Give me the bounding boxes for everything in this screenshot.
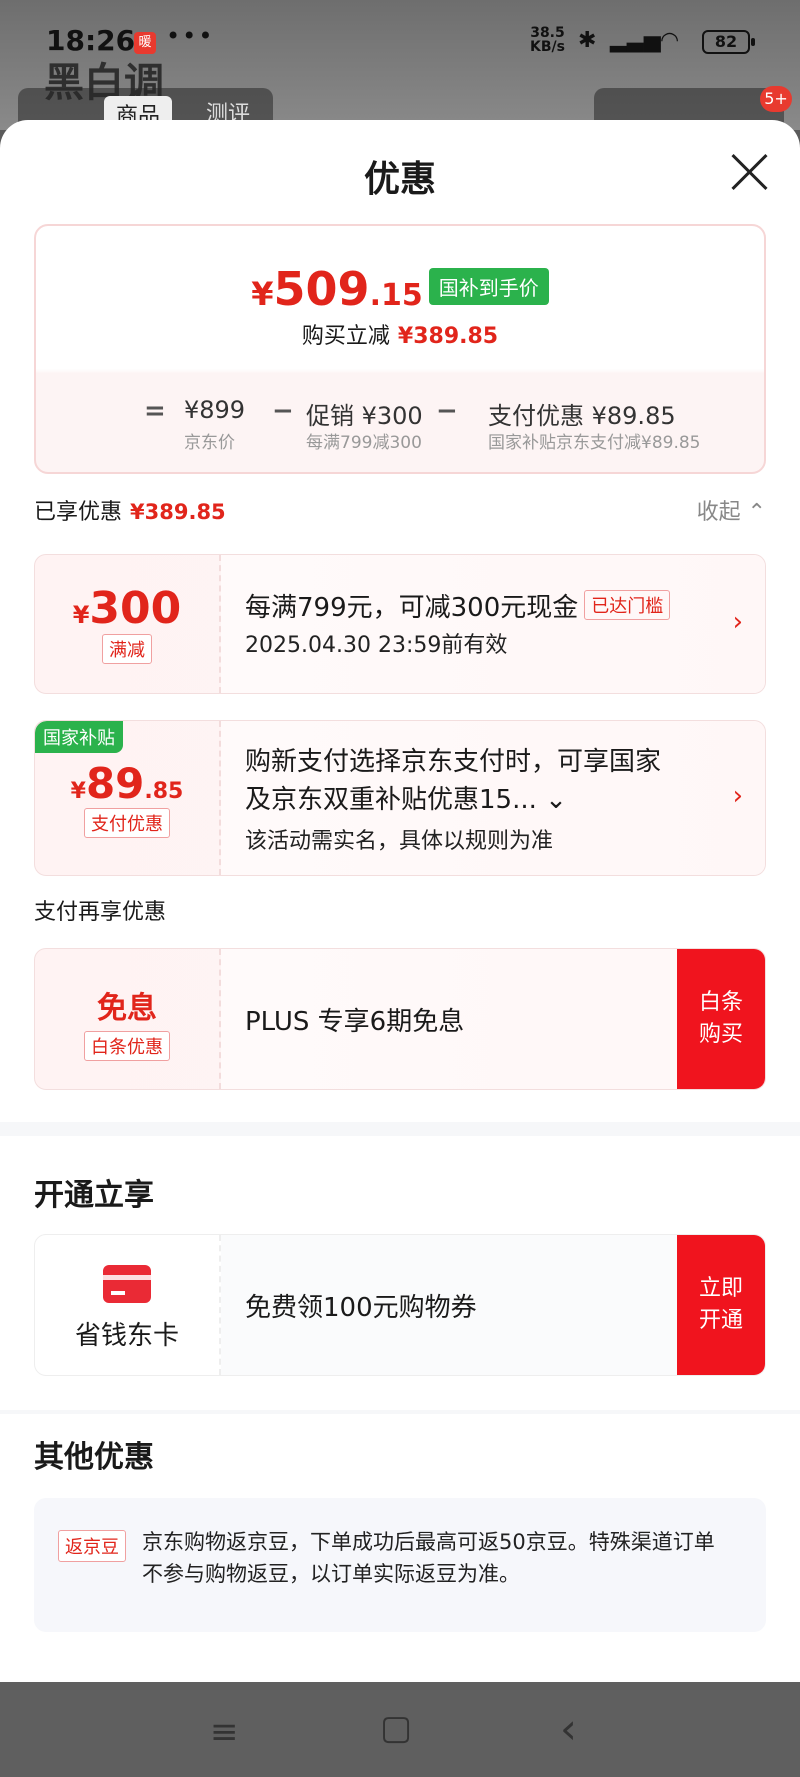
equals-sign: = xyxy=(144,396,166,426)
interest-free-coupon[interactable]: 免息 白条优惠 PLUS 专享6期免息 白条 购买 xyxy=(34,948,766,1090)
network-speed: 38.5 KB/s xyxy=(530,25,565,55)
coupon-type-tag: 白条优惠 xyxy=(84,1031,170,1061)
other-section-title: 其他优惠 xyxy=(34,1440,154,1475)
collapse-button[interactable]: 收起 ⌃ xyxy=(697,494,766,526)
payment-discount: 支付优惠 ¥89.85 xyxy=(488,402,676,430)
coupon-type-tag: 满减 xyxy=(102,634,152,664)
coupon-description: PLUS 专享6期免息 xyxy=(245,1007,465,1037)
card-area: 省钱东卡 xyxy=(35,1235,221,1375)
coupon-type-tag: 支付优惠 xyxy=(84,808,170,838)
discount-sheet: 优惠 ¥509.15 国补到手价 购买立减 ¥389.85 = ¥899 京东价 −… xyxy=(0,120,800,1682)
status-bar: 18:26 暖 ••• 38.5 KB/s ✱ ▂▃▅ ◠ 82 xyxy=(0,0,800,80)
sheet-title: 优惠 xyxy=(363,159,436,200)
open-section-title: 开通立享 xyxy=(34,1178,154,1213)
minus-sign: − xyxy=(272,396,294,426)
pay-more-title: 支付再享优惠 xyxy=(34,900,167,925)
close-icon[interactable] xyxy=(728,150,772,194)
coupon-amount-area: 免息 白条优惠 xyxy=(35,949,221,1089)
price-breakdown: = ¥899 京东价 − 促销 ¥300 每满799减300 − 支付优惠 ¥8… xyxy=(106,396,746,456)
coupon-amount: 300 xyxy=(89,583,182,634)
jd-price-label: 京东价 xyxy=(184,433,235,453)
jingdou-rebate-box: 返京豆 京东购物返京豆，下单成功后最高可返50京豆。特殊渠道订单不参与购物返豆，… xyxy=(34,1498,766,1632)
section-divider xyxy=(0,1122,800,1136)
coupon-description-line1: 购新支付选择京东支付时，可享国家 xyxy=(245,747,662,777)
gov-subsidy-badge: 国家补贴 xyxy=(35,721,123,753)
menu-icon[interactable]: ≡ xyxy=(210,1712,239,1752)
total-reduction: 购买立减 ¥389.85 xyxy=(301,324,499,349)
rebate-description: 京东购物返京豆，下单成功后最高可返50京豆。特殊渠道订单不参与购物返豆，以订单实… xyxy=(142,1530,715,1586)
cart-count-badge: 5+ xyxy=(760,86,792,112)
enjoyed-amount: ¥389.85 xyxy=(130,500,226,524)
jd-price: ¥899 xyxy=(184,396,246,424)
back-icon[interactable]: ‹ xyxy=(560,1704,577,1753)
coupon-description: 每满799元，可减300元现金 已达门槛 xyxy=(245,587,671,624)
offer-description: 免费领100元购物券 xyxy=(245,1293,477,1323)
chevron-right-icon[interactable]: › xyxy=(733,607,743,637)
price-summary-card: ¥509.15 国补到手价 购买立减 ¥389.85 = ¥899 京东价 − 促销… xyxy=(34,224,766,474)
coupon-amount-area: ¥300 满减 xyxy=(35,555,221,693)
promo-amount: 促销 ¥300 xyxy=(306,402,423,430)
wifi-icon: ◠ xyxy=(660,28,680,53)
chevron-right-icon[interactable]: › xyxy=(733,781,743,811)
more-notifications-icon: ••• xyxy=(166,22,215,50)
open-now-button[interactable]: 立即 开通 xyxy=(677,1235,765,1375)
price-tag: 国补到手价 xyxy=(428,268,549,305)
notification-badge: 暖 xyxy=(134,32,156,54)
home-icon[interactable]: ▢ xyxy=(380,1708,412,1748)
full-reduction-coupon[interactable]: ¥300 满减 每满799元，可减300元现金 已达门槛 2025.04.30 2… xyxy=(34,554,766,694)
card-name: 省钱东卡 xyxy=(74,1321,179,1351)
interest-free-label: 免息 xyxy=(97,991,157,1026)
credit-card-icon xyxy=(103,1265,151,1303)
promo-label: 每满799减300 xyxy=(306,433,422,453)
baitiao-buy-button[interactable]: 白条 购买 xyxy=(677,949,765,1089)
signal-icon: ▂▃▅ xyxy=(610,28,661,53)
battery-indicator: 82 xyxy=(702,30,755,54)
coupon-description-line2[interactable]: 及京东双重补贴优惠15... ⌄ xyxy=(245,779,567,816)
savings-card-offer[interactable]: 省钱东卡 免费领100元购物券 立即 开通 xyxy=(34,1234,766,1376)
rebate-tag: 返京豆 xyxy=(58,1530,126,1562)
enjoyed-discount-row: 已享优惠 ¥389.85 收起 ⌃ xyxy=(34,494,766,534)
payment-discount-label: 国家补贴京东支付减¥89.85 xyxy=(488,433,701,453)
section-divider xyxy=(0,1410,800,1414)
subsidy-coupon[interactable]: ¥89.85 支付优惠 购新支付选择京东支付时，可享国家 及京东双重补贴优惠15… xyxy=(34,720,766,876)
sheet-header: 优惠 xyxy=(0,120,800,220)
coupon-expiry: 2025.04.30 23:59前有效 xyxy=(245,633,508,658)
coupon-amount: 89 xyxy=(85,759,145,808)
final-price: ¥509.15 国补到手价 xyxy=(36,262,764,316)
enjoyed-label: 已享优惠 xyxy=(34,500,123,525)
system-nav-bar: ≡ ▢ ‹ xyxy=(0,1682,800,1777)
coupon-rule-note: 该活动需实名，具体以规则为准 xyxy=(245,829,554,854)
status-time: 18:26 xyxy=(46,24,136,57)
threshold-reached-badge: 已达门槛 xyxy=(584,590,671,620)
minus-sign: − xyxy=(436,396,458,426)
bluetooth-icon: ✱ xyxy=(578,28,597,53)
